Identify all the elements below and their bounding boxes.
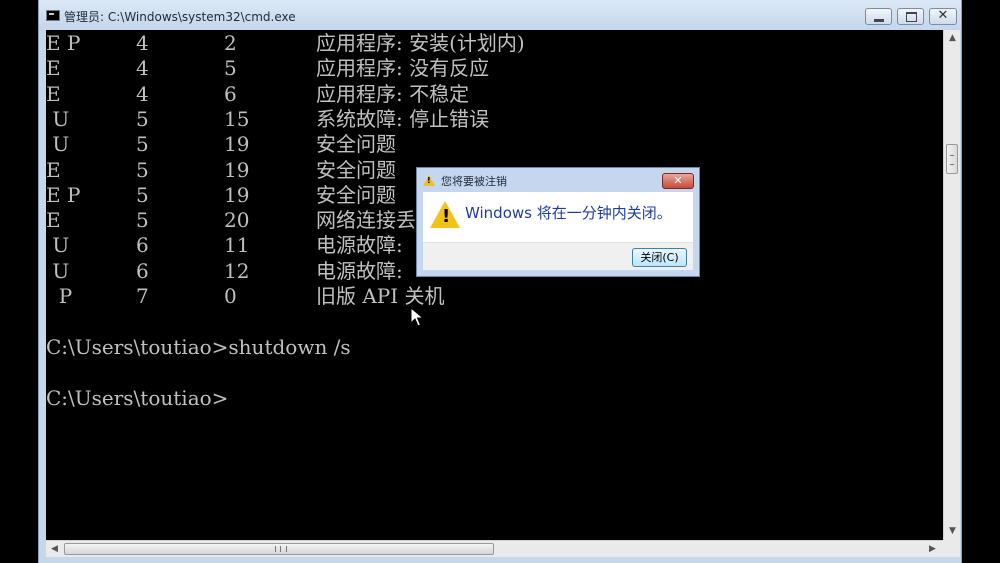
- console-row-flags: U: [46, 132, 70, 157]
- horizontal-scrollbar[interactable]: ◀ ▶: [46, 540, 943, 557]
- cmd-icon: [46, 10, 60, 21]
- console-row-major: 4: [136, 81, 149, 106]
- console-row-reason: 安全问题: [316, 182, 396, 207]
- console-row-minor: 5: [224, 56, 237, 81]
- console-row-flags: P: [46, 284, 73, 308]
- horizontal-scroll-thumb[interactable]: [64, 543, 494, 555]
- console-row-reason: 应用程序: 没有反应: [316, 56, 490, 81]
- dialog-close-button[interactable]: ✕: [662, 173, 694, 189]
- console-row-minor: 19: [224, 157, 250, 182]
- console-row-minor: 15: [224, 106, 250, 131]
- console-row-minor: 19: [224, 182, 250, 207]
- console-row-reason: 应用程序: 安装(计划内): [316, 31, 525, 55]
- console-output[interactable]: E P 4 2 应用程序: 安装(计划内) E 4 5 应用程序: 没有反应 E 4 6 应用程序: …: [46, 30, 943, 540]
- console-row-reason: 安全问题: [316, 157, 396, 182]
- console-row-flags: E P: [46, 182, 81, 207]
- console-row-minor: 2: [224, 31, 237, 55]
- console-row-major: 5: [136, 182, 149, 207]
- close-now-button[interactable]: 关闭(C): [632, 248, 687, 267]
- prompt-line-current: C:\Users\toutiao>: [46, 386, 229, 410]
- console-row-minor: 19: [224, 132, 250, 157]
- console-row-major: 6: [136, 233, 149, 258]
- scroll-down-icon[interactable]: ▼: [944, 523, 961, 540]
- dialog-message: Windows 将在一分钟内关闭。: [465, 204, 672, 222]
- console-row-flags: E: [46, 81, 61, 106]
- console-row-flags: E: [46, 56, 61, 81]
- title-bar[interactable]: 管理员: C:\Windows\system32\cmd.exe ✕: [39, 0, 961, 30]
- console-row-reason: 电源故障:: [316, 258, 403, 283]
- console-row-flags: U: [46, 258, 70, 283]
- console-row-minor: 0: [224, 284, 237, 308]
- console-row-minor: 11: [224, 233, 250, 258]
- dialog-footer: 关闭(C): [423, 242, 693, 270]
- maximize-button[interactable]: [897, 8, 924, 25]
- console-row-minor: 6: [224, 81, 237, 106]
- console-row-major: 5: [136, 106, 149, 131]
- console-row-reason: 应用程序: 不稳定: [316, 81, 470, 106]
- console-row-flags: E: [46, 157, 61, 182]
- console-row-flags: E P: [46, 31, 81, 55]
- console-row-major: 5: [136, 157, 149, 182]
- dialog-body: ! Windows 将在一分钟内关闭。: [423, 192, 693, 242]
- console-row-flags: U: [46, 106, 70, 131]
- window-title: 管理员: C:\Windows\system32\cmd.exe: [64, 10, 296, 24]
- logoff-warning-dialog: ! 您将要被注销 ✕ ! Windows 将在一分钟内关闭。 关闭(C): [416, 167, 700, 277]
- console-row-reason: 安全问题: [316, 132, 396, 157]
- close-icon: ✕: [937, 8, 949, 23]
- warning-small-icon: !: [423, 175, 435, 186]
- console-row-reason: 旧版 API 关机: [316, 284, 445, 308]
- cmd-window: 管理员: C:\Windows\system32\cmd.exe ✕ E P 4 2…: [38, 0, 962, 563]
- vertical-scrollbar[interactable]: ▲ ▼: [943, 30, 960, 540]
- console-row-reason: 网络连接丢: [316, 208, 416, 233]
- dialog-title: 您将要被注销: [441, 175, 507, 188]
- minimize-button[interactable]: [865, 8, 892, 25]
- console-row-major: 5: [136, 132, 149, 157]
- prompt-line-shutdown: C:\Users\toutiao>shutdown /s: [46, 335, 351, 359]
- console-row-minor: 20: [224, 208, 250, 233]
- console-row-flags: E: [46, 208, 61, 233]
- scrollbar-corner: [943, 540, 960, 557]
- vertical-scroll-thumb[interactable]: [946, 144, 958, 174]
- console-row-major: 4: [136, 56, 149, 81]
- scroll-right-icon[interactable]: ▶: [924, 541, 941, 558]
- warning-icon: !: [430, 201, 460, 228]
- console-row-reason: 系统故障: 停止错误: [316, 106, 490, 131]
- console-row-major: 5: [136, 208, 149, 233]
- scroll-grip-icon: [275, 546, 287, 552]
- console-row-minor: 12: [224, 258, 250, 283]
- scroll-up-icon[interactable]: ▲: [944, 30, 961, 47]
- console-row-major: 6: [136, 258, 149, 283]
- console-row-flags: U: [46, 233, 70, 258]
- close-button[interactable]: ✕: [929, 8, 957, 25]
- scroll-left-icon[interactable]: ◀: [46, 541, 63, 558]
- dialog-title-bar[interactable]: ! 您将要被注销 ✕: [417, 168, 699, 192]
- console-row-reason: 电源故障:: [316, 233, 403, 258]
- console-row-major: 4: [136, 31, 149, 55]
- mouse-pointer-icon: [410, 307, 424, 327]
- console-row-major: 7: [136, 284, 149, 308]
